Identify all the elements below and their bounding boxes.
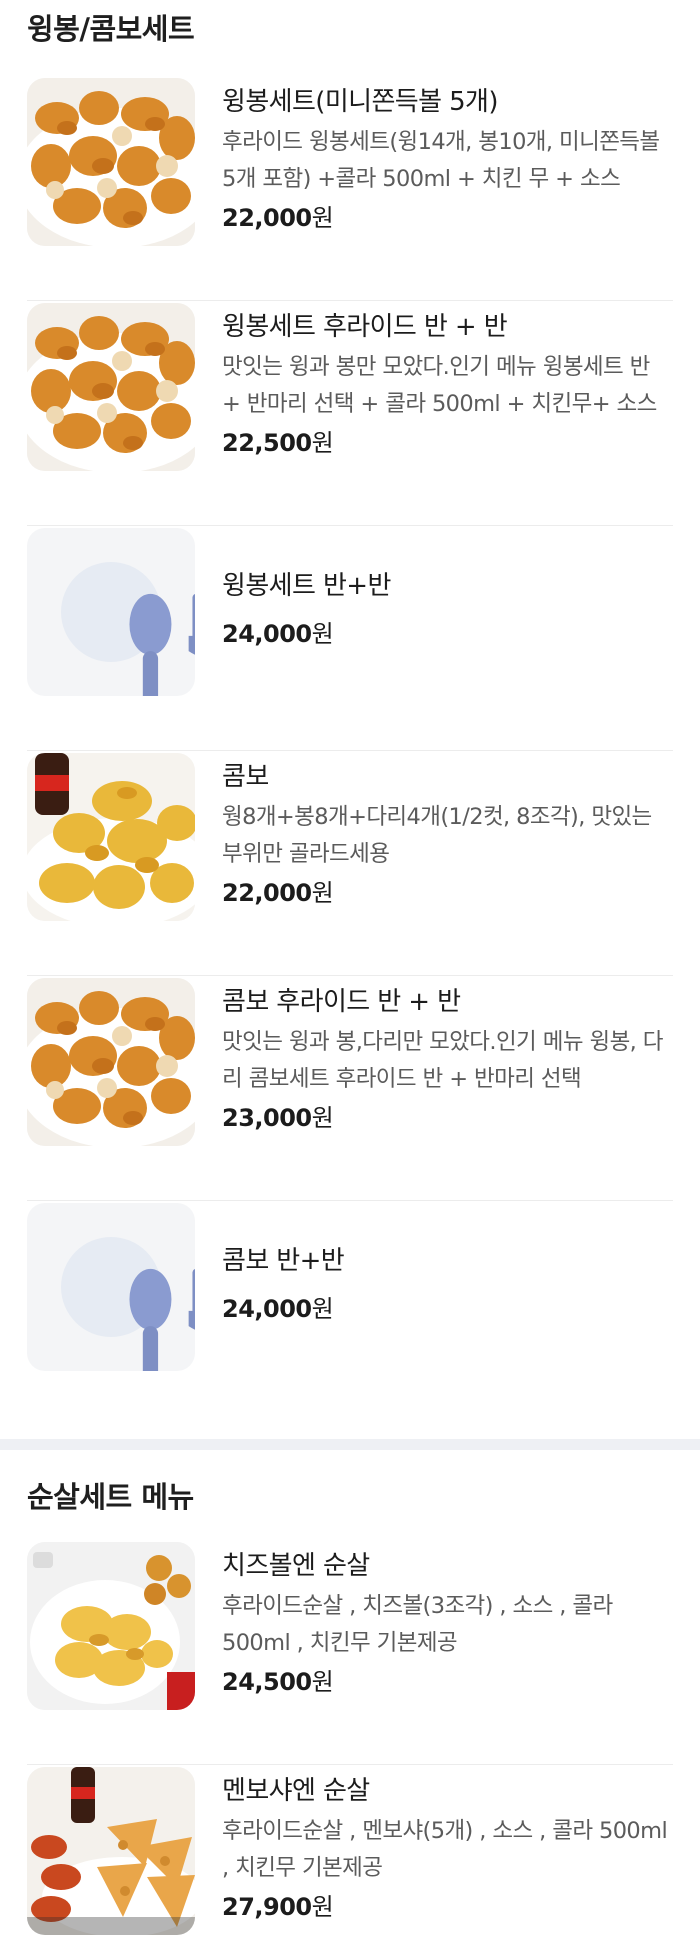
- menu-item[interactable]: 치즈볼엔 순살 후라이드순살 , 치즈볼(3조각) , 소스 , 콜라 500m…: [27, 1540, 673, 1765]
- menu-item-price: 23,000원: [222, 1100, 673, 1136]
- menu-item-desc: 후라이드순살 , 멘보샤(5개) , 소스 , 콜라 500ml , 치킨무 기…: [222, 1818, 668, 1881]
- menu-item-name: 멘보샤엔 순살: [222, 1776, 370, 1806]
- menu-item-photo: [27, 303, 195, 471]
- section-wingbong-combo: 윙봉/콤보세트 윙봉세트(미니쫀득볼 5개) 후라이드 윙봉세트(윙14개, 봉…: [0, 0, 700, 1426]
- menu-item-photo: [27, 1542, 195, 1710]
- menu-item[interactable]: 윙봉세트 반+반 24,000원: [27, 526, 673, 751]
- price-value: 24,000: [222, 1295, 312, 1323]
- utensils-icon: [129, 1268, 195, 1371]
- menu-item-desc: 후라이드 윙봉세트(윙14개, 봉10개, 미니쫀득볼 5개 포함) +콜라 5…: [222, 129, 660, 192]
- menu-item-price: 24,000원: [222, 616, 673, 652]
- price-value: 24,000: [222, 620, 312, 648]
- section-title: 순살세트 메뉴: [27, 1480, 194, 1514]
- menu-item[interactable]: 콤보 웡8개+봉8개+다리4개(1/2컷, 8조각), 맛있는 부위만 골라드세…: [27, 751, 673, 976]
- menu-item-name: 윙봉세트 후라이드 반 + 반: [222, 312, 508, 342]
- menu-item-price: 24,500원: [222, 1664, 673, 1700]
- menu-item-price: 22,000원: [222, 875, 673, 911]
- menu-item-placeholder: [27, 1203, 195, 1371]
- menu-item-desc: 웡8개+봉8개+다리4개(1/2컷, 8조각), 맛있는 부위만 골라드세용: [222, 804, 652, 867]
- price-currency: 원: [311, 1295, 334, 1323]
- menu-item[interactable]: 윙봉세트 후라이드 반 + 반 맛잇는 윙과 봉만 모았다.인기 메뉴 윙봉세트…: [27, 301, 673, 526]
- price-currency: 원: [311, 879, 334, 907]
- menu-item-photo: [27, 78, 195, 246]
- menu-item-desc: 후라이드순살 , 치즈볼(3조각) , 소스 , 콜라 500ml , 치킨무 …: [222, 1593, 613, 1656]
- price-currency: 원: [311, 1104, 334, 1132]
- menu-item-price: 22,000원: [222, 200, 673, 236]
- menu-item-photo: [27, 753, 195, 921]
- price-value: 22,000: [222, 879, 312, 907]
- menu-item[interactable]: 콤보 후라이드 반 + 반 맛잇는 윙과 봉,다리만 모았다.인기 메뉴 윙봉,…: [27, 976, 673, 1201]
- menu-item-name: 윙봉세트 반+반: [222, 571, 391, 601]
- price-value: 23,000: [222, 1104, 312, 1132]
- price-currency: 원: [311, 620, 334, 648]
- menu-item-name: 콤보 후라이드 반 + 반: [222, 987, 461, 1017]
- price-value: 27,900: [222, 1893, 312, 1921]
- section-title: 윙봉/콤보세트: [27, 12, 195, 46]
- menu-item-photo: [27, 978, 195, 1146]
- menu-item-name: 윙봉세트(미니쫀득볼 5개): [222, 87, 499, 117]
- price-currency: 원: [311, 1668, 334, 1696]
- section-boneless-set: 순살세트 메뉴 치즈볼엔 순살 후라이드순살 , 치즈볼(3조각) , 소스 ,…: [0, 1470, 700, 1943]
- price-value: 24,500: [222, 1668, 312, 1696]
- price-currency: 원: [311, 204, 334, 232]
- menu-item-placeholder: [27, 528, 195, 696]
- price-value: 22,500: [222, 429, 312, 457]
- menu-item-photo: [27, 1767, 195, 1935]
- menu-item-name: 콤보 반+반: [222, 1246, 345, 1276]
- menu-item-price: 27,900원: [222, 1889, 673, 1925]
- price-currency: 원: [311, 429, 334, 457]
- menu-item[interactable]: 콤보 반+반 24,000원: [27, 1201, 673, 1426]
- utensils-icon: [129, 593, 195, 696]
- menu-item-price: 24,000원: [222, 1291, 673, 1327]
- menu-item[interactable]: 멘보샤엔 순살 후라이드순살 , 멘보샤(5개) , 소스 , 콜라 500ml…: [27, 1765, 673, 1943]
- menu-item-name: 치즈볼엔 순살: [222, 1551, 370, 1581]
- price-currency: 원: [311, 1893, 334, 1921]
- price-value: 22,000: [222, 204, 312, 232]
- menu-item-desc: 맛잇는 윙과 봉만 모았다.인기 메뉴 윙봉세트 반 + 반마리 선택 + 콜라…: [222, 354, 657, 417]
- section-divider: [0, 1439, 700, 1450]
- menu-item-desc: 맛잇는 윙과 봉,다리만 모았다.인기 메뉴 윙봉, 다리 콤보세트 후라이드 …: [222, 1029, 663, 1092]
- menu-item-name: 콤보: [222, 762, 269, 792]
- menu-item[interactable]: 윙봉세트(미니쫀득볼 5개) 후라이드 윙봉세트(윙14개, 봉10개, 미니쫀…: [27, 76, 673, 301]
- menu-item-price: 22,500원: [222, 425, 673, 461]
